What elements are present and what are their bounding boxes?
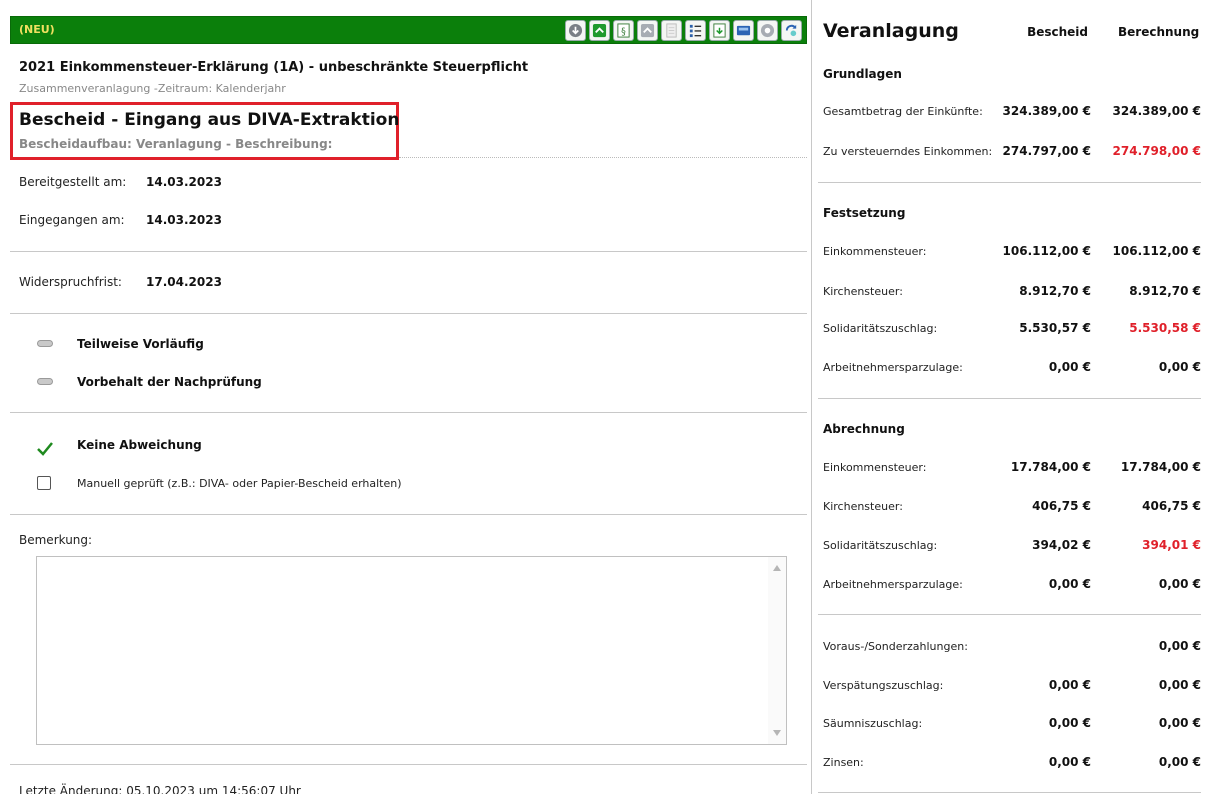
row-label: Arbeitnehmersparzulage:: [823, 578, 963, 591]
row-bescheid-value: 0,00 €: [1048, 678, 1091, 692]
toolbar: §: [565, 20, 802, 41]
row-berechnung-value: 17.784,00 €: [1120, 460, 1201, 474]
row-bescheid-value: 406,75 €: [1032, 499, 1091, 513]
document-subtitle: Zusammenveranlagung -Zeitraum: Kalenderj…: [19, 82, 286, 95]
divider: [10, 251, 807, 252]
record-icon[interactable]: [757, 20, 778, 41]
row-label: Einkommensteuer:: [823, 245, 927, 258]
divider: [818, 792, 1201, 793]
row-bescheid-value: 5.530,57 €: [1019, 321, 1091, 335]
export-icon[interactable]: [709, 20, 730, 41]
row-label: Kirchensteuer:: [823, 285, 903, 298]
row-bescheid-value: 0,00 €: [1048, 716, 1091, 730]
bemerkung-textarea[interactable]: [37, 557, 786, 744]
row-bescheid-value: 17.784,00 €: [1010, 460, 1091, 474]
row-berechnung-value: 406,75 €: [1142, 499, 1201, 513]
row-bescheid-value: 106.112,00 €: [1002, 244, 1091, 258]
scroll-up-icon[interactable]: [773, 565, 781, 571]
divider: [10, 412, 807, 413]
manuell-geprueft-label: Manuell geprüft (z.B.: DIVA- oder Papier…: [77, 477, 402, 490]
widerspruchfrist-value: 17.04.2023: [146, 275, 222, 289]
bescheid-title: Bescheid - Eingang aus DIVA-Extraktion: [19, 110, 400, 130]
row-bescheid-value: 274.797,00 €: [1002, 144, 1091, 158]
row-label: Einkommensteuer:: [823, 461, 927, 474]
status-label: (NEU): [19, 23, 55, 36]
scroll-down-icon[interactable]: [773, 730, 781, 736]
eingegangen-label: Eingegangen am:: [19, 213, 125, 227]
dotted-divider: [399, 157, 807, 158]
row-berechnung-value: 0,00 €: [1158, 678, 1201, 692]
divider: [10, 764, 807, 765]
row-berechnung-value: 394,01 €: [1142, 538, 1201, 552]
document-title: 2021 Einkommensteuer-Erklärung (1A) - un…: [19, 60, 529, 75]
divider: [818, 614, 1201, 615]
row-berechnung-value: 0,00 €: [1158, 360, 1201, 374]
section-grundlagen: Grundlagen: [823, 67, 902, 81]
row-berechnung-value: 0,00 €: [1158, 577, 1201, 591]
vorbehalt-label: Vorbehalt der Nachprüfung: [77, 375, 262, 389]
svg-text:§: §: [621, 26, 626, 37]
row-berechnung-value: 0,00 €: [1158, 716, 1201, 730]
textarea-scrollbar[interactable]: [768, 557, 786, 744]
divider: [818, 398, 1201, 399]
bereitgestellt-value: 14.03.2023: [146, 175, 222, 189]
document-icon[interactable]: [661, 20, 682, 41]
next-icon[interactable]: [589, 20, 610, 41]
row-bescheid-value: 8.912,70 €: [1019, 284, 1091, 298]
veranlagung-summary-pane: Veranlagung Bescheid Berechnung Grundlag…: [818, 0, 1209, 794]
row-berechnung-value: 324.389,00 €: [1112, 104, 1201, 118]
row-berechnung-value: 0,00 €: [1158, 639, 1201, 653]
row-berechnung-value: 274.798,00 €: [1112, 144, 1201, 158]
row-label: Zinsen:: [823, 756, 864, 769]
row-bescheid-value: 324.389,00 €: [1002, 104, 1091, 118]
teilweise-vorlaeufig-label: Teilweise Vorläufig: [77, 337, 204, 351]
list-icon[interactable]: [685, 20, 706, 41]
row-label: Arbeitnehmersparzulage:: [823, 361, 963, 374]
bescheid-subtitle: Bescheidaufbau: Veranlagung - Beschreibu…: [19, 137, 333, 151]
row-bescheid-value: 0,00 €: [1048, 360, 1091, 374]
row-berechnung-value: 5.530,58 €: [1129, 321, 1201, 335]
row-label: Gesamtbetrag der Einkünfte:: [823, 105, 983, 118]
bereitgestellt-label: Bereitgestellt am:: [19, 175, 127, 189]
row-label: Solidaritätszuschlag:: [823, 322, 938, 335]
summary-title: Veranlagung: [823, 20, 959, 42]
section-festsetzung: Festsetzung: [823, 206, 906, 220]
row-bescheid-value: 0,00 €: [1048, 577, 1091, 591]
bemerkung-label: Bemerkung:: [19, 533, 93, 547]
column-header-berechnung: Berechnung: [1118, 25, 1200, 39]
row-bescheid-value: 394,02 €: [1032, 538, 1091, 552]
status-header-bar: (NEU) §: [10, 16, 807, 44]
divider: [818, 182, 1201, 183]
section-abrechnung: Abrechnung: [823, 422, 905, 436]
row-bescheid-value: 0,00 €: [1048, 755, 1091, 769]
bemerkung-textarea-wrapper: [36, 556, 787, 745]
column-header-bescheid: Bescheid: [1027, 25, 1088, 39]
divider: [10, 313, 807, 314]
row-berechnung-value: 8.912,70 €: [1129, 284, 1201, 298]
eingegangen-value: 14.03.2023: [146, 213, 222, 227]
teilweise-vorlaeufig-indicator-icon: [37, 340, 53, 347]
row-label: Zu versteuerndes Einkommen:: [823, 145, 993, 158]
divider: [10, 514, 807, 515]
row-label: Kirchensteuer:: [823, 500, 903, 513]
vorbehalt-indicator-icon: [37, 378, 53, 385]
last-change-text: Letzte Änderung: 05.10.2023 um 14:56:07 …: [19, 784, 301, 794]
checkmark-icon: [37, 442, 53, 456]
row-label: Solidaritätszuschlag:: [823, 539, 938, 552]
download-icon[interactable]: [565, 20, 586, 41]
paragraph-doc-icon[interactable]: §: [613, 20, 634, 41]
row-label: Verspätungszuschlag:: [823, 679, 944, 692]
keine-abweichung-label: Keine Abweichung: [77, 438, 202, 452]
row-berechnung-value: 106.112,00 €: [1112, 244, 1201, 258]
manuell-geprueft-checkbox[interactable]: [37, 476, 51, 490]
row-label: Säumniszuschlag:: [823, 717, 923, 730]
widerspruchfrist-label: Widerspruchfrist:: [19, 275, 122, 289]
refresh-icon[interactable]: [781, 20, 802, 41]
row-berechnung-value: 0,00 €: [1158, 755, 1201, 769]
bescheid-detail-pane: (NEU) § 2021 Einkommensteuer-Erklärung (…: [0, 0, 812, 794]
calculator-icon[interactable]: [733, 20, 754, 41]
row-label: Voraus-/Sonderzahlungen:: [823, 640, 968, 653]
collapse-icon[interactable]: [637, 20, 658, 41]
